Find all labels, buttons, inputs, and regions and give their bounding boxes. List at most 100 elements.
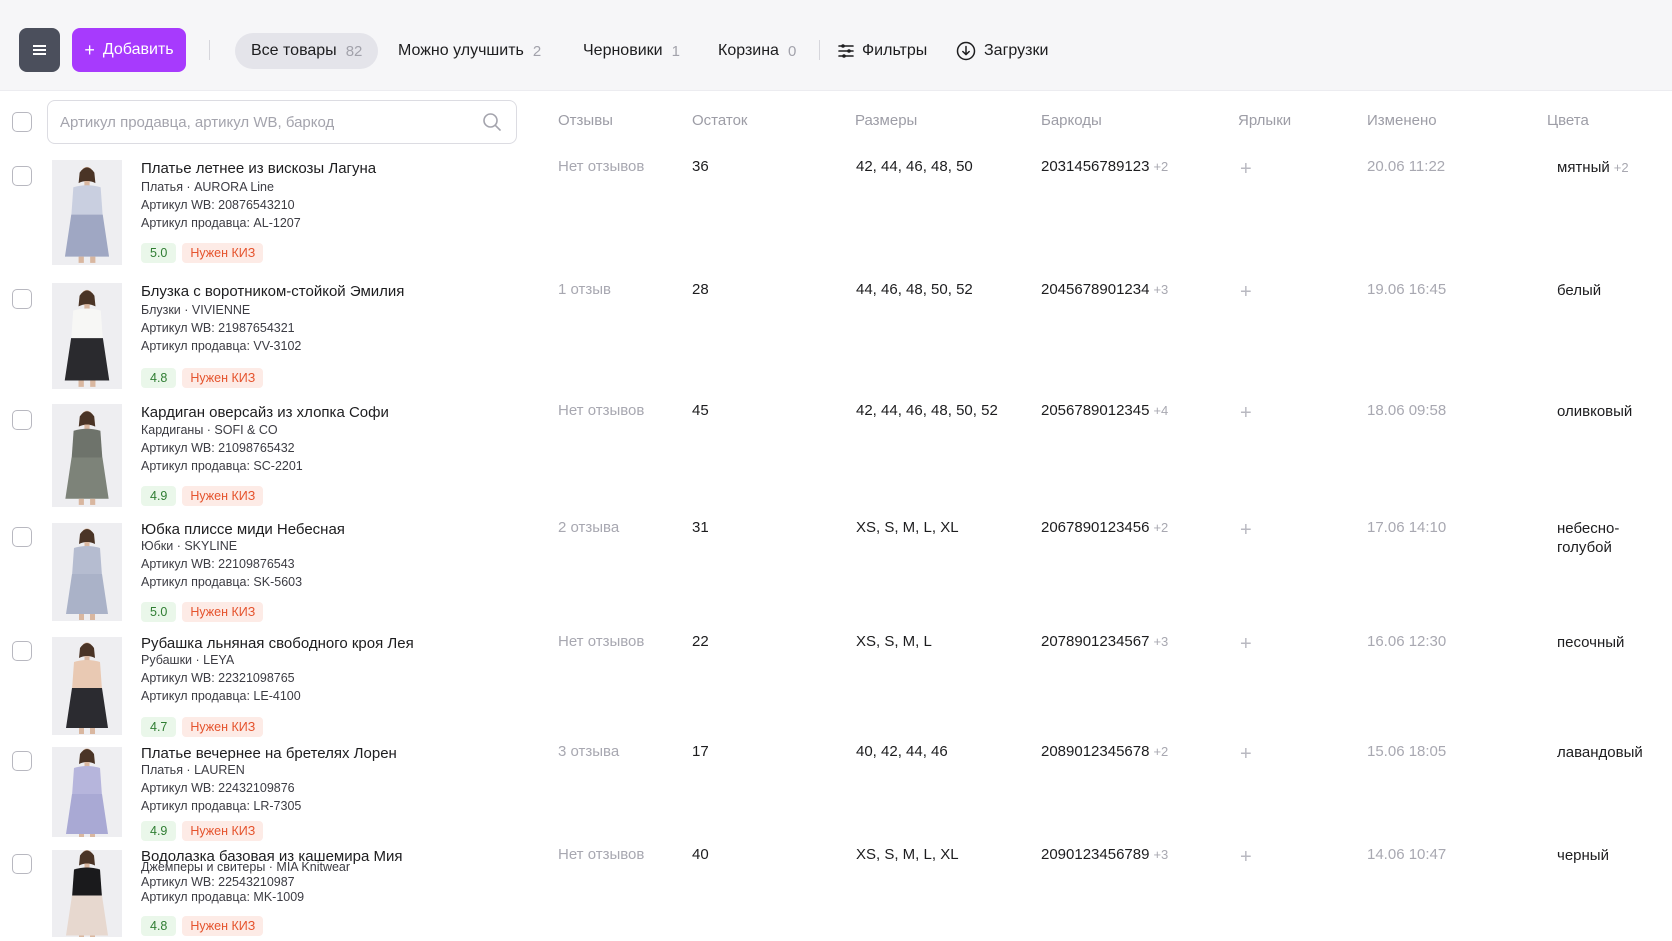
product-photo[interactable] [52, 637, 122, 735]
column-header-colors[interactable]: Цвета [1547, 112, 1589, 129]
kiz-badge[interactable]: Нужен КИЗ [182, 243, 264, 263]
select-all-checkbox[interactable] [12, 112, 32, 132]
search-icon[interactable] [482, 112, 502, 132]
add-label-icon[interactable]: + [1240, 744, 1252, 764]
kiz-badge[interactable]: Нужен КИЗ [182, 368, 264, 388]
column-header-stock[interactable]: Остаток [692, 112, 748, 129]
color-more[interactable]: +2 [1614, 160, 1629, 175]
product-photo[interactable] [52, 283, 122, 389]
column-header-changed[interactable]: Изменено [1367, 112, 1437, 129]
reviews-cell[interactable]: 1 отзыв [558, 281, 611, 298]
reviews-cell[interactable]: Нет отзывов [558, 633, 644, 650]
row-checkbox[interactable] [12, 751, 32, 771]
changed-cell: 17.06 14:10 [1367, 519, 1447, 536]
product-seller-article: Артикул продавца: AL-1207 [141, 216, 301, 230]
barcode-more[interactable]: +3 [1153, 847, 1168, 862]
tab-count: 82 [345, 42, 363, 60]
reviews-cell[interactable]: Нет отзывов [558, 402, 644, 419]
changed-cell: 14.06 10:47 [1367, 846, 1447, 863]
product-photo[interactable] [52, 404, 122, 507]
barcode-value: 2056789012345 [1041, 402, 1150, 419]
product-meta: Джемперы и свитеры · MIA Knitwear Артику… [141, 860, 350, 905]
color-value: мятный [1557, 159, 1610, 176]
stock-cell: 17 [692, 743, 709, 760]
add-button[interactable]: + Добавить [72, 28, 186, 72]
product-seller-article: Артикул продавца: SK-5603 [141, 575, 303, 589]
column-header-reviews[interactable]: Отзывы [558, 112, 613, 129]
filters-button[interactable]: Фильтры [838, 33, 927, 69]
barcode-more[interactable]: +2 [1153, 520, 1168, 535]
plus-icon: + [84, 40, 95, 60]
product-category-brand: Блузки · VIVIENNE [141, 303, 251, 317]
tab-all-products[interactable]: Все товары 82 [235, 33, 379, 69]
add-label-icon[interactable]: + [1240, 282, 1252, 302]
download-icon [956, 41, 976, 61]
barcode-more[interactable]: +3 [1153, 634, 1168, 649]
reviews-cell[interactable]: Нет отзывов [558, 158, 644, 175]
product-title[interactable]: Платье вечернее на бретелях Лорен [141, 745, 397, 762]
downloads-label: Загрузки [984, 42, 1049, 59]
barcode-more[interactable]: +3 [1153, 282, 1168, 297]
tab-label: Черновики [583, 42, 663, 59]
stock-cell: 31 [692, 519, 709, 536]
search-input[interactable] [60, 101, 460, 143]
tab-can-improve[interactable]: Можно улучшить 2 [398, 33, 541, 69]
tab-drafts[interactable]: Черновики 1 [583, 33, 680, 69]
column-header-barcodes[interactable]: Баркоды [1041, 112, 1102, 129]
add-label-icon[interactable]: + [1240, 159, 1252, 179]
row-checkbox[interactable] [12, 854, 32, 874]
rating-badge: 4.9 [141, 821, 177, 841]
product-tags: 5.0 Нужен КИЗ [141, 243, 264, 263]
product-photo[interactable] [52, 523, 122, 621]
barcode-more[interactable]: +2 [1153, 159, 1168, 174]
barcode-more[interactable]: +4 [1153, 403, 1168, 418]
product-tags: 5.0 Нужен КИЗ [141, 602, 264, 622]
changed-cell: 20.06 11:22 [1367, 158, 1446, 175]
barcode-cell: 2067890123456 +2 [1041, 519, 1168, 536]
product-meta: Платья · LAUREN Артикул WB: 22432109876 … [141, 761, 301, 815]
product-photo[interactable] [52, 747, 122, 837]
add-label-icon[interactable]: + [1240, 520, 1252, 540]
add-label-icon[interactable]: + [1240, 847, 1252, 867]
product-photo[interactable] [52, 850, 122, 937]
add-label-icon[interactable]: + [1240, 403, 1252, 423]
product-title[interactable]: Кардиган оверсайз из хлопка Софи [141, 404, 389, 421]
row-checkbox[interactable] [12, 289, 32, 309]
row-checkbox[interactable] [12, 166, 32, 186]
kiz-badge[interactable]: Нужен КИЗ [182, 486, 264, 506]
row-checkbox[interactable] [12, 410, 32, 430]
reviews-cell[interactable]: Нет отзывов [558, 846, 644, 863]
product-title[interactable]: Платье летнее из вискозы Лагуна [141, 160, 376, 177]
menu-button[interactable] [19, 28, 60, 72]
barcode-more[interactable]: +2 [1153, 744, 1168, 759]
kiz-badge[interactable]: Нужен КИЗ [182, 916, 264, 936]
divider [209, 40, 210, 60]
product-tags: 4.9 Нужен КИЗ [141, 821, 264, 841]
barcode-cell: 2056789012345 +4 [1041, 402, 1168, 419]
reviews-cell[interactable]: 3 отзыва [558, 743, 619, 760]
product-title[interactable]: Рубашка льняная свободного кроя Лея [141, 635, 414, 652]
kiz-badge[interactable]: Нужен КИЗ [182, 717, 264, 737]
product-photo[interactable] [52, 160, 122, 265]
barcode-value: 2090123456789 [1041, 846, 1150, 863]
downloads-button[interactable]: Загрузки [956, 33, 1048, 69]
product-title[interactable]: Юбка плиссе миди Небесная [141, 521, 345, 538]
sizes-cell: 44, 46, 48, 50, 52 [856, 281, 973, 298]
row-checkbox[interactable] [12, 527, 32, 547]
color-value: оливковый [1557, 403, 1633, 420]
product-wb-article: Артикул WB: 22543210987 [141, 875, 295, 889]
barcode-cell: 2031456789123 +2 [1041, 158, 1168, 175]
color-cell: оливковый [1557, 402, 1667, 421]
tab-trash[interactable]: Корзина 0 [718, 33, 796, 69]
product-title[interactable]: Блузка с воротником-стойкой Эмилия [141, 283, 404, 300]
product-category-brand: Джемперы и свитеры · MIA Knitwear [141, 860, 351, 874]
reviews-cell[interactable]: 2 отзыва [558, 519, 619, 536]
product-seller-article: Артикул продавца: VV-3102 [141, 339, 302, 353]
column-header-labels[interactable]: Ярлыки [1238, 112, 1291, 129]
kiz-badge[interactable]: Нужен КИЗ [182, 821, 264, 841]
kiz-badge[interactable]: Нужен КИЗ [182, 602, 264, 622]
add-label-icon[interactable]: + [1240, 634, 1252, 654]
row-checkbox[interactable] [12, 641, 32, 661]
column-header-sizes[interactable]: Размеры [855, 112, 917, 129]
hamburger-icon [33, 49, 46, 51]
